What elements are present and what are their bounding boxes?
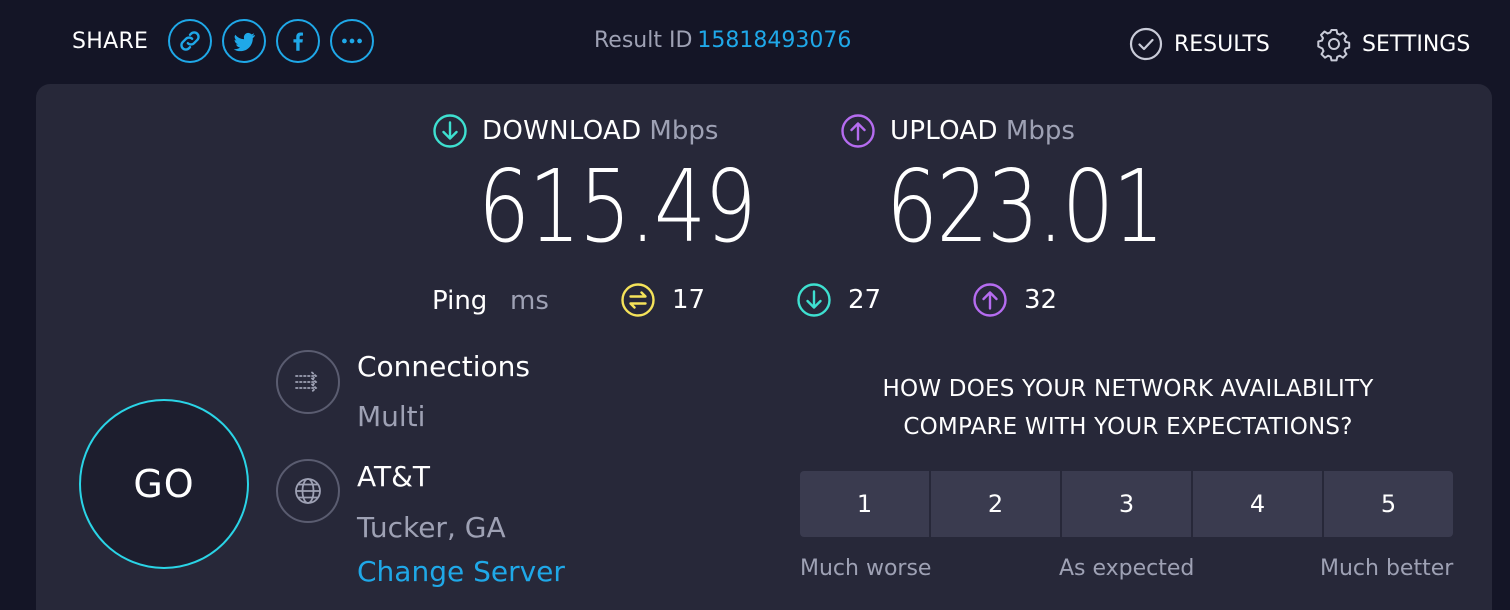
ping-idle: 17 xyxy=(620,282,705,318)
download-header: DOWNLOAD Mbps xyxy=(432,114,718,148)
ping-upload: 32 xyxy=(972,282,1057,318)
isp-icon xyxy=(276,459,340,523)
download-result: DOWNLOAD Mbps 615.49 xyxy=(432,114,757,262)
upload-title: UPLOAD xyxy=(890,116,998,146)
settings-label: SETTINGS xyxy=(1362,31,1471,57)
rating-2-button[interactable]: 2 xyxy=(931,471,1060,537)
upload-unit: Mbps xyxy=(1005,116,1075,146)
isp-name: AT&T xyxy=(357,460,431,493)
connections-icon xyxy=(276,350,340,414)
connections-title: Connections xyxy=(357,350,531,383)
idle-latency-icon xyxy=(621,283,655,317)
rating-3-button[interactable]: 3 xyxy=(1062,471,1191,537)
survey-question: HOW DOES YOUR NETWORK AVAILABILITY COMPA… xyxy=(800,370,1456,446)
ping-label: Ping xyxy=(432,286,488,316)
download-arrow-icon xyxy=(433,114,467,148)
results-button[interactable]: RESULTS xyxy=(1128,26,1270,62)
download-title: DOWNLOAD xyxy=(482,116,642,146)
settings-button[interactable]: SETTINGS xyxy=(1316,26,1470,62)
upload-arrow-icon xyxy=(841,114,875,148)
scale-low-label: Much worse xyxy=(800,556,932,581)
check-circle-icon xyxy=(1129,27,1163,61)
share-label: SHARE xyxy=(72,28,149,54)
ping-upload-value: 32 xyxy=(1024,285,1058,315)
globe-icon xyxy=(295,478,321,504)
upload-speed-value: 623.01 xyxy=(886,148,1165,265)
top-bar: SHARE Result ID 15818493076 RESULTS SETT… xyxy=(0,0,1510,84)
rating-4-button[interactable]: 4 xyxy=(1193,471,1322,537)
result-id-label: Result ID xyxy=(594,28,693,53)
more-icon xyxy=(342,38,363,44)
ping-download: 27 xyxy=(796,282,881,318)
gear-icon xyxy=(1317,29,1351,62)
result-id: Result ID 15818493076 xyxy=(594,28,851,53)
speedtest-card: DOWNLOAD Mbps 615.49 UPLOAD Mbps 623.01 … xyxy=(36,84,1492,610)
upload-header: UPLOAD Mbps xyxy=(840,114,1075,148)
upload-latency-icon xyxy=(973,283,1007,317)
scale-high-label: Much better xyxy=(1320,556,1454,581)
download-speed-value: 615.49 xyxy=(478,148,757,265)
share-facebook-button[interactable] xyxy=(276,19,321,63)
rating-1-button[interactable]: 1 xyxy=(800,471,929,537)
result-id-link[interactable]: 15818493076 xyxy=(697,28,851,53)
change-server-link[interactable]: Change Server xyxy=(357,555,565,588)
twitter-icon xyxy=(233,32,256,52)
share-more-button[interactable] xyxy=(330,19,375,63)
download-latency-icon xyxy=(797,283,831,317)
ping-download-value: 27 xyxy=(848,285,882,315)
server-location: Tucker, GA xyxy=(357,511,506,544)
results-label: RESULTS xyxy=(1174,31,1270,57)
facebook-icon xyxy=(293,32,304,51)
ping-unit: ms xyxy=(510,286,549,316)
go-button[interactable]: GO xyxy=(79,399,249,569)
share-bar: SHARE xyxy=(72,17,375,65)
ping-row: Ping ms 17 27 32 xyxy=(432,282,1132,320)
survey-question-line-1: HOW DOES YOUR NETWORK AVAILABILITY xyxy=(882,376,1374,402)
download-unit: Mbps xyxy=(649,116,719,146)
connections-value[interactable]: Multi xyxy=(357,400,425,433)
share-link-button[interactable] xyxy=(168,19,213,63)
rating-scale: 1 2 3 4 5 xyxy=(800,471,1453,537)
link-icon xyxy=(180,31,200,51)
rating-5-button[interactable]: 5 xyxy=(1324,471,1453,537)
scale-mid-label: As expected xyxy=(1059,556,1195,581)
ping-idle-value: 17 xyxy=(672,285,706,315)
share-twitter-button[interactable] xyxy=(222,19,267,63)
upload-result: UPLOAD Mbps 623.01 xyxy=(840,114,1165,262)
multi-connection-icon xyxy=(295,371,318,393)
survey-question-line-2: COMPARE WITH YOUR EXPECTATIONS? xyxy=(903,414,1353,440)
